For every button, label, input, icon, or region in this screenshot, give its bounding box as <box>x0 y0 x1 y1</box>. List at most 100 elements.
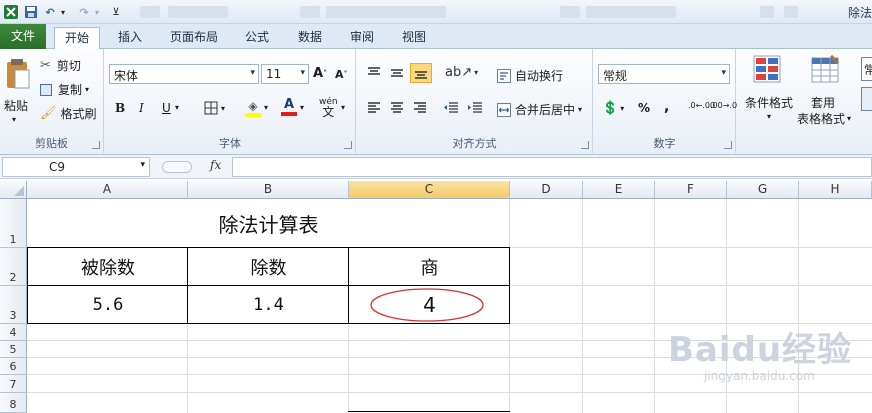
merge-dropdown-icon[interactable]: ▾ <box>578 105 582 114</box>
tab-file[interactable]: 文件 <box>0 24 46 49</box>
copy-button[interactable]: 复制 ▾ <box>40 81 89 98</box>
customize-toolbar-icon[interactable]: ⊻ <box>110 3 122 21</box>
font-color-button[interactable]: A <box>281 97 297 116</box>
cell-style-preview[interactable] <box>861 87 872 111</box>
name-box[interactable]: C9 ▾ <box>2 157 150 177</box>
tab-page-layout[interactable]: 页面布局 <box>162 27 226 49</box>
increase-indent-button[interactable] <box>467 102 483 114</box>
shrink-font-button[interactable]: A ˅ <box>335 68 348 81</box>
underline-dropdown-icon[interactable]: ▾ <box>175 103 179 112</box>
formula-bar-splitter[interactable] <box>162 161 192 173</box>
paste-button[interactable]: 粘贴 <box>4 97 28 114</box>
column-header-e[interactable]: E <box>583 181 655 199</box>
percent-button[interactable]: % <box>638 101 650 115</box>
number-format-select[interactable]: 常规 ▾ <box>598 64 730 84</box>
fill-color-button[interactable]: ◈ <box>245 99 261 117</box>
tab-formulas[interactable]: 公式 <box>236 27 278 49</box>
phonetic-button[interactable]: wén 文 <box>319 97 338 118</box>
select-all-corner[interactable] <box>0 181 27 199</box>
row-header-2[interactable]: 2 <box>0 248 27 286</box>
paste-dropdown-icon[interactable]: ▾ <box>12 115 16 124</box>
row-header-1[interactable]: 1 <box>0 199 27 248</box>
table-format-button[interactable]: 表格格式 ▾ <box>797 110 851 127</box>
accounting-dropdown-icon[interactable]: ▾ <box>620 104 624 113</box>
insert-function-icon[interactable]: fx <box>210 158 221 172</box>
tab-view[interactable]: 视图 <box>392 27 436 49</box>
align-middle-button[interactable] <box>390 67 404 79</box>
row-header-4[interactable]: 4 <box>0 324 27 341</box>
orientation-dropdown-icon[interactable]: ▾ <box>474 68 478 77</box>
row-header-5[interactable]: 5 <box>0 341 27 358</box>
tab-home[interactable]: 开始 <box>54 27 100 50</box>
cell-a3-dividend[interactable]: 5.6 <box>28 286 188 324</box>
redo-dropdown-icon[interactable]: ▾ <box>92 3 102 21</box>
comma-button[interactable]: , <box>664 99 669 115</box>
undo-icon[interactable]: ↶ <box>42 3 58 21</box>
font-color-dropdown-icon[interactable]: ▾ <box>300 103 304 112</box>
table-title[interactable]: 除法计算表 <box>28 199 509 247</box>
cell-b2-header-divisor[interactable]: 除数 <box>188 248 349 286</box>
table-format-dropdown-icon[interactable]: ▾ <box>847 114 851 123</box>
font-size-select[interactable]: 11 ▾ <box>261 64 309 84</box>
tab-data[interactable]: 数据 <box>288 27 332 49</box>
row-header-3[interactable]: 3 <box>0 286 27 324</box>
grow-font-label: A <box>313 66 324 81</box>
number-launcher-icon[interactable] <box>724 141 732 149</box>
formula-input[interactable] <box>232 157 872 177</box>
cell-b3-divisor[interactable]: 1.4 <box>188 286 349 324</box>
border-button[interactable]: ▾ <box>204 101 225 115</box>
conditional-format-icon[interactable] <box>753 55 781 85</box>
row-header-7[interactable]: 7 <box>0 375 27 393</box>
tab-review[interactable]: 审阅 <box>340 27 384 49</box>
row-header-8[interactable]: 8 <box>0 393 27 413</box>
redo-icon[interactable]: ↷ <box>76 3 92 21</box>
wrap-text-button[interactable]: 自动换行 <box>497 67 563 84</box>
table-format-icon[interactable] <box>811 55 839 85</box>
align-top-button[interactable] <box>367 67 381 79</box>
save-icon[interactable] <box>22 3 40 21</box>
font-name-select[interactable]: 宋体 ▾ <box>109 64 259 84</box>
column-header-c[interactable]: C <box>349 181 510 199</box>
conditional-format-dropdown-icon[interactable]: ▾ <box>767 112 771 121</box>
column-header-b[interactable]: B <box>188 181 349 199</box>
table-format-line1[interactable]: 套用 <box>811 94 835 111</box>
decrease-decimal-button[interactable]: .00→.0 <box>710 102 737 110</box>
alignment-launcher-icon[interactable] <box>581 141 589 149</box>
merge-center-button[interactable]: 合并后居中 ▾ <box>497 101 582 118</box>
grow-font-button[interactable]: A ˄ <box>313 66 327 81</box>
excel-app-icon[interactable] <box>2 3 20 21</box>
font-launcher-icon[interactable] <box>344 141 352 149</box>
decrease-indent-button[interactable] <box>443 102 459 114</box>
bold-button[interactable]: B <box>115 101 125 115</box>
underline-button[interactable]: U <box>162 101 171 115</box>
cell-style-normal[interactable]: 常 <box>861 57 872 81</box>
column-header-f[interactable]: F <box>655 181 727 199</box>
undo-dropdown-icon[interactable]: ▾ <box>58 3 68 21</box>
align-right-button[interactable] <box>413 102 427 114</box>
cut-button[interactable]: ✂ 剪切 <box>40 57 81 74</box>
copy-icon <box>40 83 52 96</box>
copy-dropdown-icon[interactable]: ▾ <box>85 85 89 94</box>
row-header-6[interactable]: 6 <box>0 358 27 375</box>
conditional-format-button[interactable]: 条件格式 <box>745 94 793 111</box>
orientation-button[interactable]: ab↗ ▾ <box>445 65 478 80</box>
column-header-d[interactable]: D <box>510 181 583 199</box>
column-header-g[interactable]: G <box>727 181 799 199</box>
name-box-dropdown-icon[interactable]: ▾ <box>140 160 145 170</box>
fill-color-dropdown-icon[interactable]: ▾ <box>264 103 268 112</box>
accounting-format-button[interactable]: 💲 ▾ <box>602 101 624 116</box>
format-painter-button[interactable]: 🖌 格式刷 <box>40 105 97 122</box>
italic-button[interactable]: I <box>139 101 144 115</box>
align-center-button[interactable] <box>390 102 404 114</box>
column-header-h[interactable]: H <box>799 181 872 199</box>
cell-c2-header-quotient[interactable]: 商 <box>349 248 510 286</box>
align-bottom-button[interactable] <box>410 63 432 83</box>
tab-insert[interactable]: 插入 <box>108 27 152 49</box>
cell-a2-header-dividend[interactable]: 被除数 <box>28 248 188 286</box>
clipboard-launcher-icon[interactable] <box>92 141 100 149</box>
phonetic-dropdown-icon[interactable]: ▾ <box>341 103 345 112</box>
paste-icon[interactable] <box>2 55 34 95</box>
align-left-button[interactable] <box>367 102 381 114</box>
column-header-a[interactable]: A <box>27 181 188 199</box>
border-dropdown-icon[interactable]: ▾ <box>221 104 225 113</box>
